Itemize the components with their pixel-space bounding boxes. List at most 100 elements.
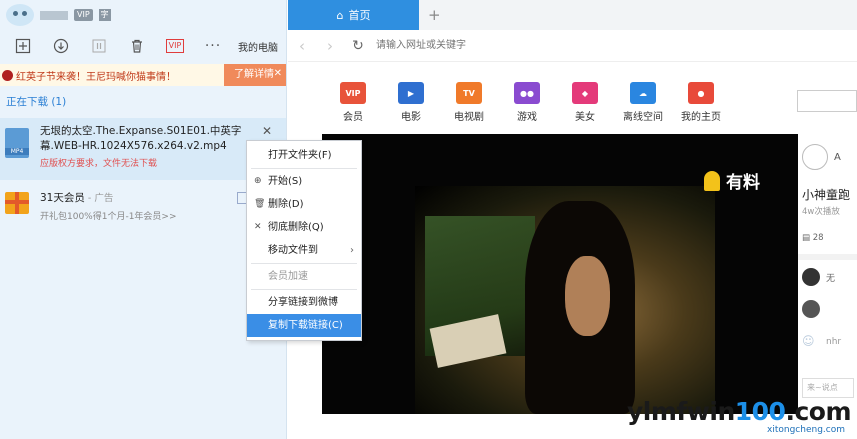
comment-count-value: 28 — [812, 233, 824, 243]
gift-icon — [5, 192, 29, 214]
ad-tag: - 广告 — [84, 193, 114, 204]
menu-item: 会员加速 — [247, 265, 361, 288]
menu-item[interactable]: 分享链接到微博 — [247, 291, 361, 314]
vip-icon: VIP — [165, 39, 185, 53]
menu-item-label: 删除(D) — [268, 199, 304, 210]
commenter-avatar[interactable] — [802, 300, 820, 318]
shortcut-movie[interactable]: ▶ 电影 — [382, 82, 440, 123]
more-button[interactable]: ··· — [194, 34, 232, 58]
watermark-c: .com — [785, 397, 851, 426]
beauty-icon: ◆ — [572, 82, 598, 104]
menu-item[interactable]: 移动文件到 › — [247, 239, 361, 262]
video-brand: 有料 — [704, 168, 760, 193]
avatar[interactable] — [6, 4, 34, 26]
video-frame — [415, 186, 715, 414]
level-badge: 字 — [98, 9, 111, 21]
video-title[interactable]: 小神童跑 — [802, 186, 850, 203]
promo-text[interactable]: 红英子节来袭！王尼玛喊你猫事情！ — [16, 68, 224, 83]
menu-item[interactable]: ⊕ 开始(S) — [247, 170, 361, 193]
scene-face — [565, 256, 610, 336]
vip-badge[interactable]: VIP — [74, 9, 93, 21]
shortcut-tv[interactable]: TV 电视剧 — [440, 82, 498, 123]
shortcut-profile[interactable]: ● 我的主页 — [672, 82, 730, 123]
shortcut-label: 我的主页 — [681, 112, 721, 123]
menu-item-label: 分享链接到微博 — [268, 297, 338, 308]
cloud-icon: ☁ — [630, 82, 656, 104]
vip-button[interactable]: VIP — [156, 34, 194, 58]
shortcut-cloud[interactable]: ☁ 离线空间 — [614, 82, 672, 123]
shortcut-label: 美女 — [575, 112, 595, 123]
watermark-sub: xitongcheng.com — [767, 425, 845, 435]
commenter-avatar[interactable] — [802, 268, 820, 286]
shortcut-label: 离线空间 — [623, 112, 663, 123]
user-bar: VIP 字 — [0, 0, 286, 30]
menu-item[interactable]: 复制下载链接(C) — [247, 314, 361, 337]
shortcut-beauty[interactable]: ◆ 美女 — [556, 82, 614, 123]
menu-separator — [251, 289, 357, 290]
ad-title: 31天会员 — [40, 192, 85, 204]
tab-home[interactable]: ⌂ 首页 — [288, 0, 419, 30]
download-filename: 无垠的太空.The.Expanse.S01E01.中英字幕.WEB-HR.102… — [40, 125, 242, 152]
comment-user: nhr — [826, 337, 842, 347]
shortcut-game[interactable]: ●● 游戏 — [498, 82, 556, 123]
channel-initial: A — [834, 152, 841, 163]
home-icon: ⌂ — [336, 8, 344, 22]
game-icon: ●● — [514, 82, 540, 104]
remove-item-icon[interactable]: ✕ — [262, 124, 272, 138]
trash-icon — [132, 39, 142, 53]
ad-item[interactable]: 31天会员 - 广告 开礼包100%得1个月-1年会员>> — [0, 190, 286, 230]
reload-icon[interactable]: ↻ — [344, 38, 372, 54]
location-dropdown[interactable]: 我的电脑 — [238, 39, 278, 54]
pause-button[interactable] — [80, 34, 118, 58]
shortcut-label: 游戏 — [517, 112, 537, 123]
menu-item-icon: ✕ — [254, 222, 262, 232]
search-input[interactable] — [797, 90, 857, 112]
chevron-right-icon: › — [350, 245, 354, 256]
shortcut-label: 电视剧 — [454, 112, 484, 123]
video-player[interactable]: 频 有料 — [322, 134, 798, 414]
video-views: 4w次播放 — [802, 207, 840, 217]
menu-item[interactable]: 打开文件夹(F) — [247, 144, 361, 167]
address-bar: ‹ › ↻ — [288, 30, 857, 62]
tab-bar: ⌂ 首页 + — [288, 0, 857, 30]
promo-notice: 红英子节来袭！王尼玛喊你猫事情！ 了解详情 ✕ — [0, 64, 286, 86]
download-item[interactable]: MP4 无垠的太空.The.Expanse.S01E01.中英字幕.WEB-HR… — [0, 118, 286, 180]
new-task-button[interactable] — [4, 34, 42, 58]
plus-square-icon — [15, 38, 31, 54]
site-watermark: ylmfwin100.com xitongcheng.com — [627, 399, 851, 436]
menu-item[interactable]: ✕ 彻底删除(Q) — [247, 216, 361, 239]
watermark-b: 100 — [734, 397, 786, 426]
download-circle-icon — [53, 38, 69, 54]
menu-item[interactable]: 🗑 删除(D) — [247, 193, 361, 216]
channel-logo[interactable] — [802, 144, 828, 170]
forward-icon[interactable]: › — [316, 37, 344, 55]
start-button[interactable] — [42, 34, 80, 58]
url-input[interactable] — [372, 33, 857, 58]
shortcut-label: 电影 — [401, 112, 421, 123]
shortcut-vip[interactable]: VIP 会员 — [324, 82, 382, 123]
user-icon: ☺ — [802, 334, 815, 348]
watermark-logo: ylmfwin100.com — [627, 399, 851, 425]
comment-text: 无 — [826, 274, 836, 284]
promo-icon — [2, 69, 13, 81]
profile-icon: ● — [688, 82, 714, 104]
video-file-icon: MP4 — [5, 128, 29, 158]
brand-label: 有料 — [726, 173, 760, 193]
delete-button[interactable] — [118, 34, 156, 58]
comment-input[interactable]: 来~说点 — [802, 378, 854, 398]
menu-item-label: 复制下载链接(C) — [268, 320, 343, 331]
divider — [798, 254, 857, 260]
download-toolbar: VIP ··· 我的电脑 — [0, 30, 286, 62]
menu-item-label: 彻底删除(Q) — [268, 222, 324, 233]
menu-item-icon: ⊕ — [254, 176, 262, 186]
back-icon[interactable]: ‹ — [288, 37, 316, 55]
vip-icon: VIP — [340, 82, 366, 104]
movie-icon: ▶ — [398, 82, 424, 104]
downloading-header[interactable]: 正在下载 (1) — [0, 90, 286, 114]
watermark-a: ylmfwin — [627, 397, 735, 426]
close-icon[interactable]: ✕ — [274, 68, 282, 79]
tab-label: 首页 — [348, 9, 371, 22]
menu-item-label: 开始(S) — [268, 176, 303, 187]
new-tab-button[interactable]: + — [428, 6, 441, 24]
shortcut-bar: VIP 会员 ▶ 电影 TV 电视剧 ●● 游戏 ◆ 美女 ☁ 离线空间 ● 我的主页 — [324, 82, 730, 123]
